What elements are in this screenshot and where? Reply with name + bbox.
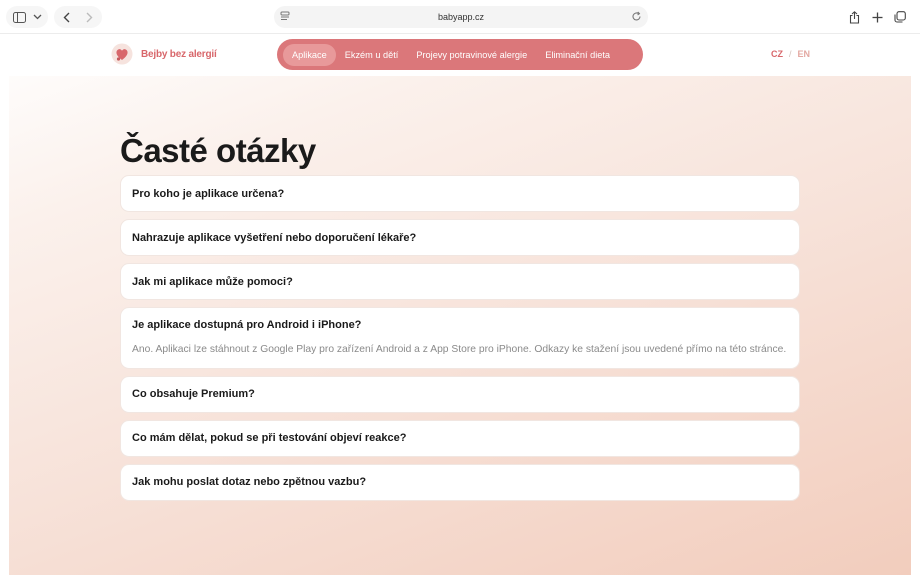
back-icon[interactable]: [60, 7, 72, 27]
share-icon[interactable]: [847, 7, 861, 27]
lang-separator: /: [789, 49, 792, 59]
nav-item-ekzem[interactable]: Ekzém u dětí: [336, 44, 408, 66]
site-logo[interactable]: Bejby bez alergií: [111, 43, 217, 65]
chevron-down-icon[interactable]: [31, 7, 43, 27]
faq-question[interactable]: Jak mohu poslat dotaz nebo zpětnou vazbu…: [121, 465, 799, 500]
forward-icon[interactable]: [83, 7, 95, 27]
faq-item-expanded[interactable]: Je aplikace dostupná pro Android i iPhon…: [120, 307, 800, 369]
faq-question[interactable]: Co obsahuje Premium?: [121, 377, 799, 412]
faq-item[interactable]: Pro koho je aplikace určena?: [120, 175, 800, 212]
page-content: Bejby bez alergií Aplikace Ekzém u dětí …: [9, 34, 911, 575]
address-bar[interactable]: babyapp.cz: [274, 6, 648, 28]
nav-item-aplikace[interactable]: Aplikace: [283, 43, 336, 66]
faq-item[interactable]: Co obsahuje Premium?: [120, 375, 800, 413]
sidebar-icon[interactable]: [11, 7, 27, 27]
faq-list: Pro koho je aplikace určena? Nahrazuje a…: [120, 175, 800, 508]
url-text: babyapp.cz: [437, 12, 485, 22]
language-switcher: CZ / EN: [771, 49, 810, 59]
brand-name: Bejby bez alergií: [141, 48, 217, 60]
main-navigation: Aplikace Ekzém u dětí Projevy potravinov…: [277, 39, 643, 70]
faq-item[interactable]: Jak mi aplikace může pomoci?: [120, 263, 800, 300]
faq-question[interactable]: Jak mi aplikace může pomoci?: [121, 264, 799, 299]
faq-question[interactable]: Co mám dělat, pokud se při testování obj…: [121, 421, 799, 456]
faq-question[interactable]: Nahrazuje aplikace vyšetření nebo doporu…: [121, 220, 799, 255]
faq-question[interactable]: Pro koho je aplikace určena?: [121, 176, 799, 211]
faq-answer: Ano. Aplikaci lze stáhnout z Google Play…: [132, 344, 787, 355]
browser-toolbar: babyapp.cz: [0, 0, 920, 34]
page-title: Časté otázky: [120, 132, 316, 169]
faq-question[interactable]: Je aplikace dostupná pro Android i iPhon…: [121, 308, 799, 342]
faq-item[interactable]: Jak mohu poslat dotaz nebo zpětnou vazbu…: [120, 463, 800, 501]
reload-icon[interactable]: [631, 11, 642, 24]
new-tab-icon[interactable]: [870, 7, 884, 27]
faq-item[interactable]: Co mám dělat, pokud se při testování obj…: [120, 419, 800, 457]
page-settings-icon[interactable]: [280, 11, 290, 24]
heart-logo-icon: [111, 43, 133, 65]
tab-overview-icon[interactable]: [893, 7, 907, 27]
nav-item-eliminacni-dieta[interactable]: Eliminační dieta: [536, 44, 619, 66]
faq-item[interactable]: Nahrazuje aplikace vyšetření nebo doporu…: [120, 219, 800, 256]
nav-item-projevy-alergie[interactable]: Projevy potravinové alergie: [407, 44, 536, 66]
lang-en[interactable]: EN: [798, 49, 811, 59]
lang-cz[interactable]: CZ: [771, 49, 783, 59]
site-header: Bejby bez alergií Aplikace Ekzém u dětí …: [9, 34, 911, 76]
